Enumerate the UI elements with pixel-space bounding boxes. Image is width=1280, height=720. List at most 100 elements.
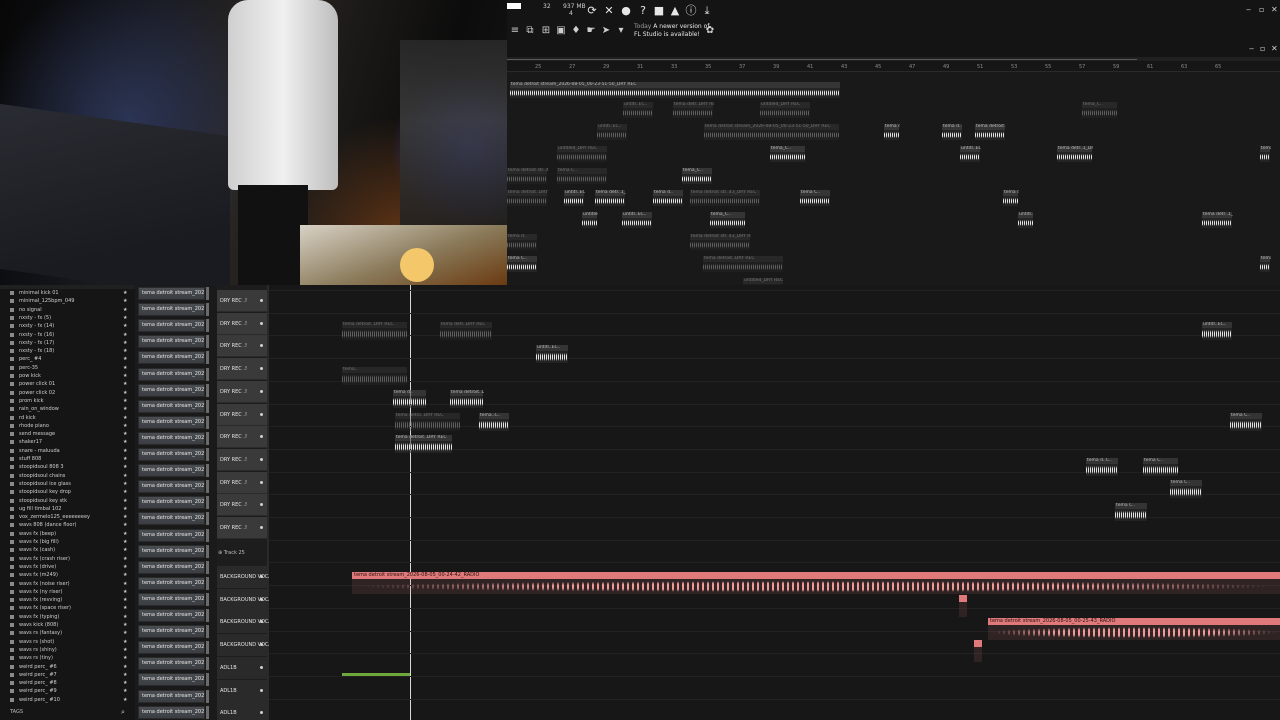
channel-select-button[interactable] (206, 705, 209, 719)
channel-button[interactable]: tema detroit stream_202 (138, 641, 205, 655)
browser-item[interactable]: nxsty - fx (17) ★ (0, 339, 135, 347)
star-icon[interactable]: ★ (123, 646, 127, 654)
playlist-clip[interactable]: tema detroit stream_2026-08-05_00-23-51-… (510, 82, 840, 98)
track-mute-dot[interactable] (260, 389, 263, 393)
playlist-clip[interactable]: untitl..EC.. (536, 345, 568, 363)
news-panel[interactable]: Today A newer version of FL Studio is av… (634, 23, 714, 39)
playlist-maximize-icon[interactable]: ▫ (1260, 45, 1265, 53)
playlist-clip[interactable]: tema C.. (1170, 480, 1202, 498)
star-icon[interactable]: ★ (123, 463, 127, 471)
track-header[interactable]: BACKGROUND VOCAL (217, 634, 275, 657)
star-icon[interactable]: ★ (123, 555, 127, 563)
browser-item[interactable]: wavs fx (beep) ★ (0, 530, 135, 538)
playlist-clip[interactable]: tema detroit..DRY REC (342, 322, 407, 340)
channel-select-button[interactable] (206, 657, 209, 671)
gear-icon[interactable]: ✿ (704, 24, 716, 38)
playlist-clip[interactable]: tema detro..DRY REC (395, 413, 460, 431)
track-mute-dot[interactable] (260, 503, 263, 507)
channel-button[interactable]: tema detroit stream_202 (138, 705, 205, 719)
browser-item[interactable]: nxsty - fx (5) ★ (0, 314, 135, 322)
playlist-clip[interactable]: tema detroit str..43_DRY REC (975, 124, 1006, 140)
track-mute-dot[interactable] (260, 367, 263, 371)
star-icon[interactable]: ★ (123, 596, 127, 604)
mic-icon[interactable]: ● (620, 4, 632, 18)
playlist-clip[interactable]: tema detr..DRY REC.. (1260, 256, 1271, 272)
playlist-clip[interactable]: tema..C.. (479, 413, 509, 431)
channel-select-button[interactable] (206, 415, 209, 429)
browser-item[interactable]: minimal kick 01 ★ (0, 289, 135, 297)
star-icon[interactable]: ★ (123, 696, 127, 704)
channel-button[interactable]: tema detroit stream_202 (138, 496, 205, 510)
track-header[interactable]: BACKGROUND VOCAL (217, 588, 275, 611)
browser-item[interactable]: stoopidsoul key drop ★ (0, 488, 135, 496)
playlist-clip[interactable]: tema detroit..DRY REC (395, 435, 452, 453)
playlist-clip[interactable]: untitl..EC.. (597, 124, 627, 140)
star-icon[interactable]: ★ (123, 563, 127, 571)
star-icon[interactable]: ★ (123, 355, 127, 363)
playlist-clip[interactable]: tema d.. (653, 190, 683, 206)
browser-item[interactable]: stoopidsoul ice glass ★ (0, 480, 135, 488)
track-mute-dot[interactable] (260, 711, 263, 715)
channel-select-button[interactable] (206, 576, 209, 590)
star-icon[interactable]: ★ (123, 687, 127, 695)
track-header[interactable]: ADL1B (217, 702, 267, 720)
browser-item[interactable]: stoopidsoul chains ★ (0, 472, 135, 480)
channel-button[interactable]: tema detroit stream_202 (138, 657, 205, 671)
star-icon[interactable]: ★ (123, 480, 127, 488)
browser-item[interactable]: nxsty - fx (14) ★ (0, 322, 135, 330)
track-header[interactable]: DRY REC .! (217, 517, 267, 539)
download-icon[interactable]: ⤓ (701, 4, 713, 18)
browser-item[interactable]: wavs fx (drive) ★ (0, 563, 135, 571)
star-icon[interactable]: ★ (123, 314, 127, 322)
channel-select-button[interactable] (206, 592, 209, 606)
channel-select-button[interactable] (206, 367, 209, 381)
browser-item[interactable]: wavs rs (shot) ★ (0, 638, 135, 646)
close-icon[interactable]: ✕ (1271, 6, 1278, 14)
vocal-snippet-clip[interactable] (959, 595, 967, 617)
refresh-icon[interactable]: ⟳ (586, 4, 598, 18)
star-icon[interactable]: ★ (123, 372, 127, 380)
playhead[interactable] (410, 285, 411, 720)
browser-item[interactable]: wavs fx (ny riser) ★ (0, 588, 135, 596)
playlist-clip[interactable]: tema d.. (393, 390, 426, 408)
playlist-clip[interactable]: tema d.. (507, 234, 537, 250)
piano-roll-icon[interactable]: ⊞ (540, 24, 552, 38)
channel-select-button[interactable] (206, 287, 209, 300)
browser-item[interactable]: nxsty - fx (18) ★ (0, 347, 135, 355)
track-mute-dot[interactable] (260, 435, 263, 439)
browser-item[interactable]: vox_zermelo125_eeeeeeeey ★ (0, 513, 135, 521)
browser-item[interactable]: stoopidsoul key stk ★ (0, 497, 135, 505)
playlist-clip[interactable]: tema detr..DRY REC.. (1003, 190, 1019, 206)
channel-button[interactable]: tema detroit stream_202 (138, 512, 205, 526)
star-icon[interactable]: ★ (123, 604, 127, 612)
browser-item[interactable]: wavs fx (space riser) ★ (0, 604, 135, 612)
browser-item[interactable]: weird perc_ #8 ★ (0, 679, 135, 687)
channel-button[interactable]: tema detroit stream_202 (138, 609, 205, 622)
browser-item[interactable]: wavs rs (shiny) ★ (0, 646, 135, 654)
playlist-clip[interactable]: untitl..EC.. (960, 146, 981, 162)
channel-select-button[interactable] (206, 544, 209, 558)
playlist-clip[interactable]: tema detr..DRY REC.. (673, 102, 714, 118)
playlist-clip[interactable]: untitled_DRY REC (582, 212, 598, 228)
playlist-upper[interactable]: 25 27 29 31 33 35 37 39 41 43 45 47 49 51 53 55 57 59 61 63… (507, 62, 1280, 316)
playlist-clip[interactable]: tema detr..1_DRY REC (884, 124, 900, 140)
track-mute-dot[interactable] (260, 480, 263, 484)
playlist-clip[interactable]: untitl..EC.. (623, 102, 653, 118)
browser-item[interactable]: weird perc_ #10 ★ (0, 696, 135, 704)
channel-button[interactable]: tema detroit stream_202 (138, 673, 205, 687)
star-icon[interactable]: ★ (123, 571, 127, 579)
channel-select-button[interactable] (206, 351, 209, 365)
playlist-clip[interactable]: untitl..EC.. (622, 212, 652, 228)
star-icon[interactable]: ★ (123, 546, 127, 554)
track-header[interactable]: DRY REC .! (217, 448, 267, 471)
channel-select-button[interactable] (206, 303, 209, 317)
playlist-clip[interactable]: untitl..EC.. (1202, 322, 1232, 340)
track-25-label[interactable]: ⊕ Track 25 (218, 550, 245, 556)
channel-button[interactable]: tema detroit stream_202 (138, 625, 205, 639)
browser-item[interactable]: wavs fx (revving) ★ (0, 596, 135, 604)
browser-item[interactable]: wavs fx (m249) ★ (0, 571, 135, 579)
playlist-clip[interactable]: tema detr..1_DRY REC (595, 190, 626, 206)
star-icon[interactable]: ★ (123, 654, 127, 662)
browser-item[interactable]: wavs fx (noise riser) ★ (0, 580, 135, 588)
playlist-clip[interactable]: tema d.. (942, 124, 962, 140)
